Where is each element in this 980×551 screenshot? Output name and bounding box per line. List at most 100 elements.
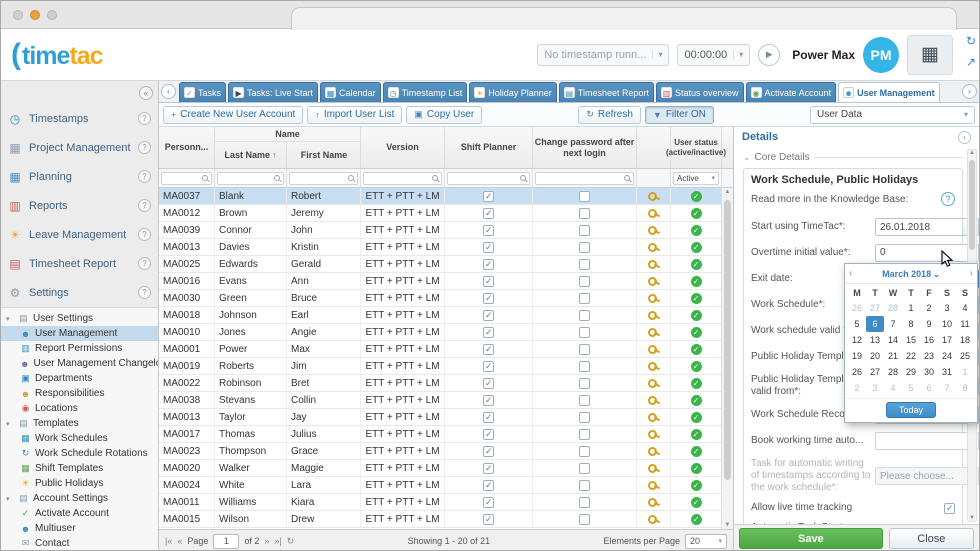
tree-item-work-schedule-rotations[interactable]: ↻Work Schedule Rotations: [1, 446, 158, 461]
first-page-icon[interactable]: |«: [165, 536, 172, 546]
table-row[interactable]: MA0038StevansCollinETT + PTT + LM✓: [159, 392, 721, 409]
live-tracking-checkbox[interactable]: [944, 503, 955, 514]
tab-calendar[interactable]: ▦Calendar: [320, 82, 381, 102]
timetac-logo[interactable]: ( time tac: [11, 38, 103, 72]
table-row[interactable]: MA0013DaviesKristinETT + PTT + LM✓: [159, 239, 721, 256]
tree-item-user-management[interactable]: ☻User Management: [1, 326, 158, 341]
day-cell[interactable]: 12: [848, 332, 866, 348]
day-cell[interactable]: 7: [884, 316, 902, 332]
change-password-filter-input[interactable]: [535, 172, 634, 185]
user-key-icon[interactable]: [647, 207, 660, 219]
user-key-icon[interactable]: [647, 377, 660, 389]
tab-timestamp-list[interactable]: ◷Timestamp List: [383, 82, 468, 102]
change-password-checkbox[interactable]: [579, 259, 590, 270]
tab-scroll-left-icon[interactable]: ‹: [161, 84, 176, 99]
day-cell[interactable]: 8: [902, 316, 920, 332]
column-header-version[interactable]: Version: [361, 127, 445, 168]
tree-item-departments[interactable]: ▣Departments: [1, 371, 158, 386]
sidebar-item-timesheet-report[interactable]: ▤Timesheet Report?: [1, 249, 158, 278]
tree-item-work-schedules[interactable]: ▦Work Schedules: [1, 431, 158, 446]
table-row[interactable]: MA0011WilliamsKiaraETT + PTT + LM✓: [159, 494, 721, 511]
shift-planner-checkbox[interactable]: [483, 259, 494, 270]
help-icon[interactable]: ?: [138, 257, 151, 270]
expander-icon[interactable]: ▾: [6, 420, 14, 428]
next-page-icon[interactable]: »: [264, 536, 269, 546]
user-key-icon[interactable]: [647, 462, 660, 474]
day-cell[interactable]: 5: [848, 316, 866, 332]
day-cell[interactable]: 19: [848, 348, 866, 364]
user-key-icon[interactable]: [647, 360, 660, 372]
prev-page-icon[interactable]: «: [177, 536, 182, 546]
sidebar-collapse-icon[interactable]: «: [139, 86, 153, 100]
tree-item-activate-account[interactable]: ✓Activate Account: [1, 506, 158, 521]
refresh-icon[interactable]: ↻: [287, 536, 295, 547]
overtime-input[interactable]: 0: [875, 244, 979, 262]
change-password-checkbox[interactable]: [579, 480, 590, 491]
shift-planner-checkbox[interactable]: [483, 378, 494, 389]
change-password-checkbox[interactable]: [579, 208, 590, 219]
refresh-button[interactable]: ↻ Refresh: [578, 106, 641, 124]
shift-planner-checkbox[interactable]: [483, 361, 494, 372]
tab-holiday-planner[interactable]: ☀Holiday Planner: [469, 82, 557, 102]
user-key-icon[interactable]: [647, 190, 660, 202]
user-key-icon[interactable]: [647, 428, 660, 440]
scroll-down-icon[interactable]: ▼: [968, 515, 976, 521]
tab-tasks[interactable]: ✓Tasks: [179, 82, 226, 102]
tab-scroll-right-icon[interactable]: ›: [962, 84, 977, 99]
next-month-icon[interactable]: ›: [970, 268, 973, 279]
table-row[interactable]: MA0018JohnsonEarlETT + PTT + LM✓: [159, 307, 721, 324]
shift-planner-checkbox[interactable]: [483, 480, 494, 491]
tree-item-multiuser[interactable]: ☻Multiuser: [1, 521, 158, 536]
column-header-change-password[interactable]: Change password after next login: [533, 127, 637, 168]
change-password-checkbox[interactable]: [579, 293, 590, 304]
change-password-checkbox[interactable]: [579, 242, 590, 253]
version-filter-input[interactable]: [363, 172, 442, 185]
user-key-icon[interactable]: [647, 479, 660, 491]
change-password-checkbox[interactable]: [579, 310, 590, 321]
shift-planner-filter-input[interactable]: [447, 172, 530, 185]
shift-planner-checkbox[interactable]: [483, 293, 494, 304]
window-control-maximize[interactable]: [47, 10, 57, 20]
core-details-section[interactable]: ⌄ Core Details: [743, 152, 963, 163]
shift-planner-checkbox[interactable]: [483, 344, 494, 355]
user-key-icon[interactable]: [647, 258, 660, 270]
expander-icon[interactable]: ▾: [6, 495, 14, 503]
user-key-icon[interactable]: [647, 292, 660, 304]
shift-planner-checkbox[interactable]: [483, 242, 494, 253]
panel-collapse-icon[interactable]: ›: [958, 131, 971, 144]
change-password-checkbox[interactable]: [579, 497, 590, 508]
shift-planner-checkbox[interactable]: [483, 276, 494, 287]
sidebar-item-planning[interactable]: ▦Planning?: [1, 162, 158, 191]
first-name-filter-input[interactable]: [289, 172, 358, 185]
user-key-icon[interactable]: [647, 326, 660, 338]
day-cell[interactable]: 4: [884, 380, 902, 396]
column-header-shift-planner[interactable]: Shift Planner: [445, 127, 533, 168]
shift-planner-checkbox[interactable]: [483, 310, 494, 321]
filter-toggle-button[interactable]: ▼ Filter ON: [645, 106, 714, 124]
status-filter-select[interactable]: Active ▾: [673, 172, 719, 185]
external-link-icon[interactable]: ↗: [966, 55, 976, 69]
day-cell[interactable]: 25: [956, 348, 974, 364]
column-header-status[interactable]: User status (active/inactive): [671, 127, 722, 168]
shift-planner-checkbox[interactable]: [483, 429, 494, 440]
user-key-icon[interactable]: [647, 309, 660, 321]
view-select[interactable]: User Data ▾: [810, 106, 975, 124]
day-cell[interactable]: 14: [884, 332, 902, 348]
day-cell[interactable]: 13: [866, 332, 884, 348]
day-cell[interactable]: 18: [956, 332, 974, 348]
day-cell[interactable]: 15: [902, 332, 920, 348]
tree-item-locations[interactable]: ◉Locations: [1, 401, 158, 416]
tree-item-public-holidays[interactable]: ☀Public Holidays: [1, 476, 158, 491]
day-cell[interactable]: 26: [848, 364, 866, 380]
change-password-checkbox[interactable]: [579, 446, 590, 457]
help-icon[interactable]: ?: [138, 286, 151, 299]
user-key-icon[interactable]: [647, 224, 660, 236]
user-key-icon[interactable]: [647, 394, 660, 406]
day-cell[interactable]: 29: [902, 364, 920, 380]
last-name-filter-input[interactable]: [217, 172, 284, 185]
per-page-select[interactable]: 20 ▾: [685, 534, 727, 549]
shift-planner-checkbox[interactable]: [483, 225, 494, 236]
user-key-icon[interactable]: [647, 343, 660, 355]
table-row[interactable]: MA0001PowerMaxETT + PTT + LM✓: [159, 341, 721, 358]
change-password-checkbox[interactable]: [579, 344, 590, 355]
